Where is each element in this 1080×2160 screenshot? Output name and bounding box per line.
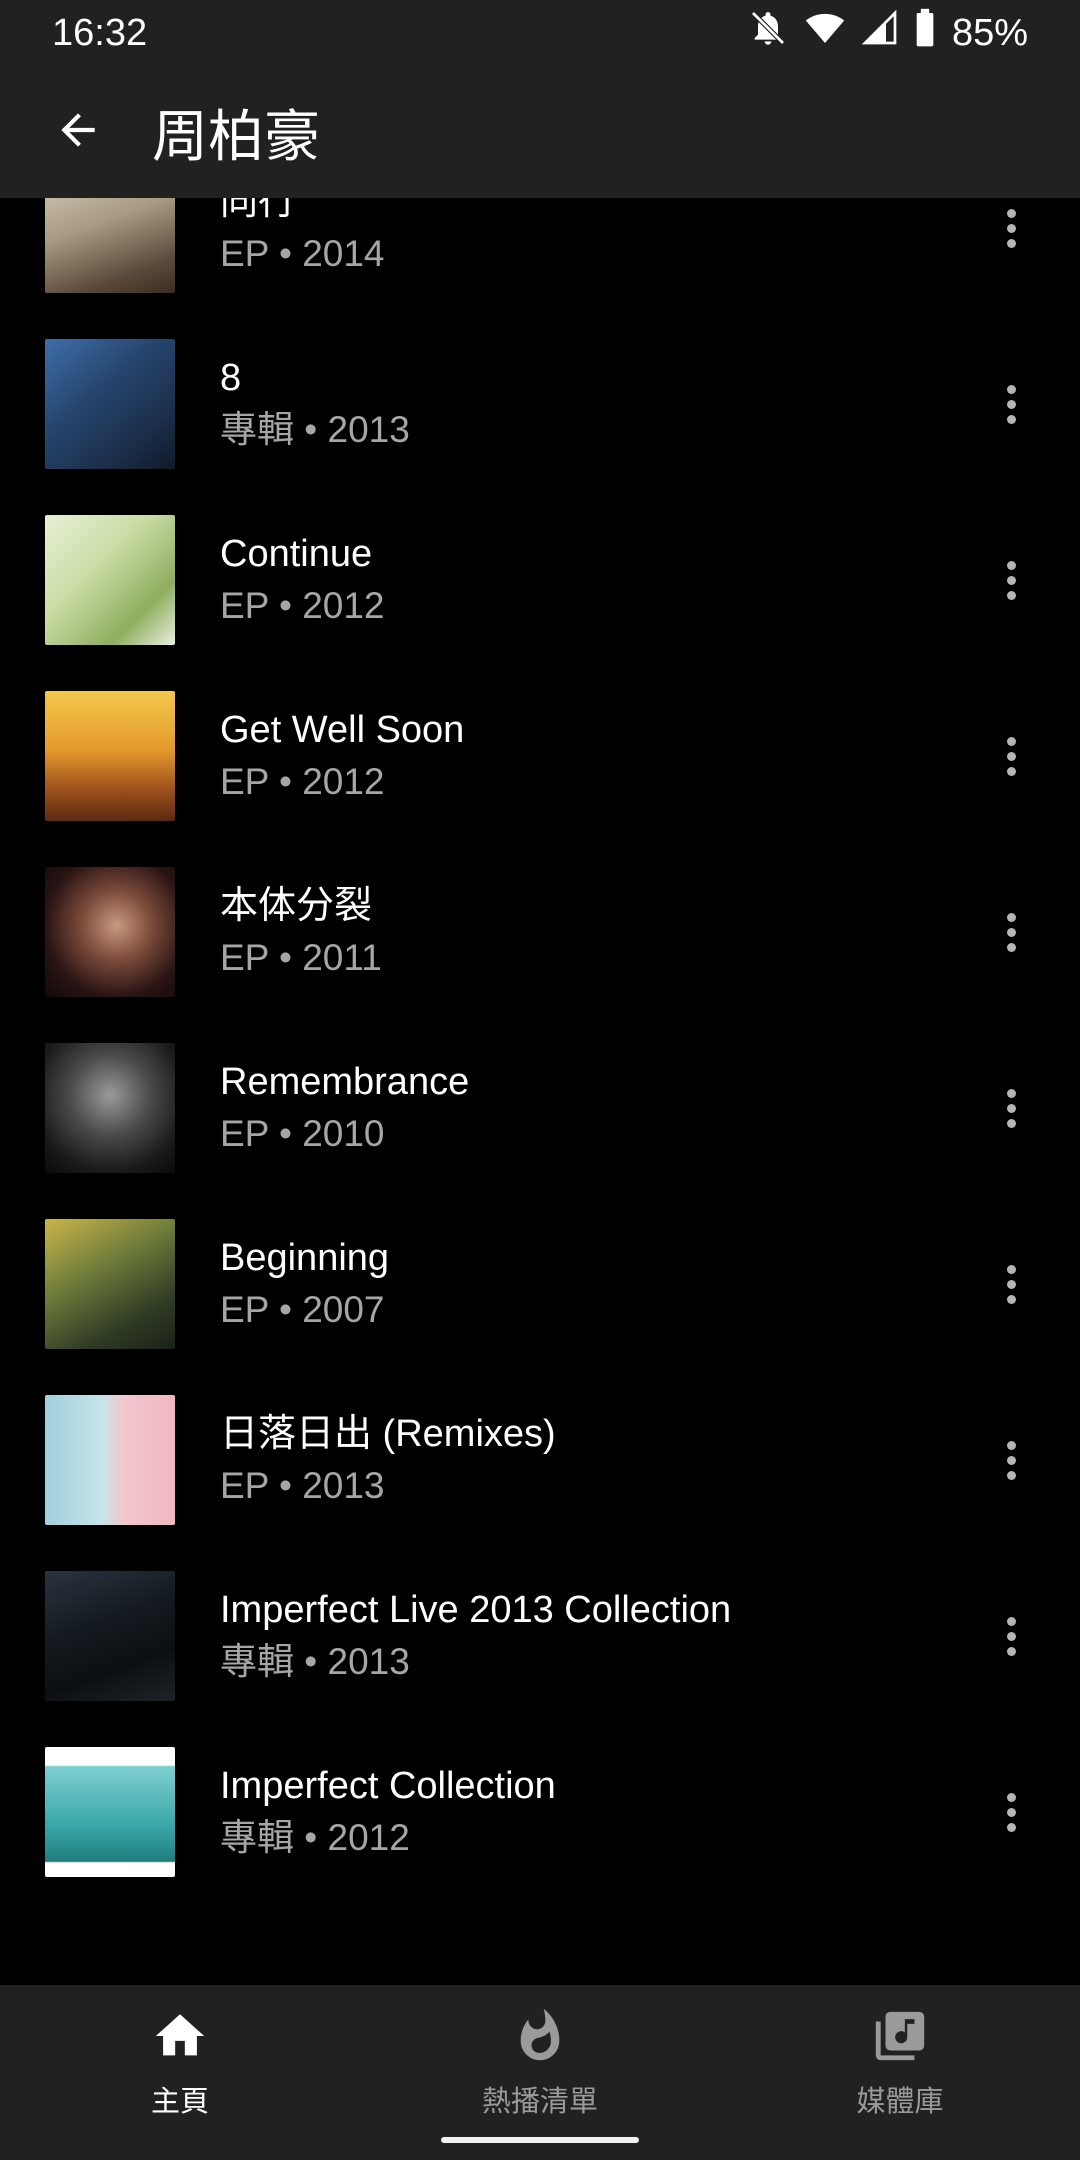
album-row[interactable]: Imperfect Collection 專輯 • 2012 — [0, 1724, 1080, 1900]
album-subtitle: EP • 2011 — [220, 937, 382, 978]
album-art — [45, 515, 175, 645]
nav-label: 主頁 — [150, 2086, 209, 2118]
album-subtitle: EP • 2013 — [220, 1465, 385, 1506]
nav-home[interactable]: 主頁 — [80, 2007, 280, 2120]
album-art — [45, 867, 175, 997]
album-title: 8 — [220, 357, 242, 399]
album-art — [45, 1219, 175, 1349]
nav-library[interactable]: 媒體庫 — [800, 2007, 1000, 2120]
album-row[interactable]: Continue EP • 2012 — [0, 492, 1080, 668]
album-title: 日落日出 (Remixes) — [220, 1413, 556, 1455]
page-title: 周柏豪 — [152, 104, 320, 168]
album-subtitle: EP • 2007 — [220, 1289, 385, 1330]
more-options-button[interactable] — [985, 198, 1037, 273]
album-art — [45, 691, 175, 821]
more-options-button[interactable] — [985, 1591, 1037, 1681]
album-subtitle: EP • 2014 — [220, 233, 385, 274]
home-icon — [151, 2007, 209, 2070]
more-options-button[interactable] — [985, 887, 1037, 977]
app-bar: 周柏豪 — [0, 66, 1080, 198]
album-title: Beginning — [220, 1237, 390, 1279]
album-title: Remembrance — [220, 1061, 470, 1103]
more-options-button[interactable] — [985, 1767, 1037, 1857]
nav-hotlist[interactable]: 熱播清單 — [440, 2007, 640, 2120]
nav-label: 媒體庫 — [856, 2086, 944, 2118]
album-subtitle: EP • 2010 — [220, 1113, 385, 1154]
album-art — [45, 1571, 175, 1701]
bottom-nav: 主頁 熱播清單 媒體庫 — [0, 1985, 1080, 2160]
status-icons: 85% — [748, 8, 1028, 58]
album-title: Continue — [220, 533, 373, 575]
album-art — [45, 1747, 175, 1877]
album-list-content: 同行 EP • 2014 8 專輯 • 2013 Continue EP • 2… — [0, 198, 1080, 1900]
album-art — [45, 198, 175, 293]
album-subtitle: 專輯 • 2013 — [220, 1641, 410, 1682]
album-row[interactable]: 日落日出 (Remixes) EP • 2013 — [0, 1372, 1080, 1548]
album-title: Get Well Soon — [220, 709, 465, 751]
status-bar: 16:32 85% — [0, 0, 1080, 66]
album-art — [45, 1043, 175, 1173]
album-subtitle: 專輯 • 2012 — [220, 1817, 410, 1858]
more-options-button[interactable] — [985, 711, 1037, 801]
home-indicator[interactable] — [441, 2137, 639, 2143]
album-title: Imperfect Live 2013 Collection — [220, 1589, 732, 1631]
more-options-button[interactable] — [985, 359, 1037, 449]
album-row[interactable]: Remembrance EP • 2010 — [0, 1020, 1080, 1196]
signal-icon — [861, 8, 898, 58]
album-row[interactable]: 同行 EP • 2014 — [0, 198, 1080, 316]
album-row[interactable]: Get Well Soon EP • 2012 — [0, 668, 1080, 844]
album-art — [45, 1395, 175, 1525]
album-title: Imperfect Collection — [220, 1765, 556, 1807]
fire-icon — [511, 2007, 569, 2070]
bell-off-icon — [748, 8, 788, 58]
album-title: 同行 — [220, 198, 297, 223]
status-time: 16:32 — [52, 11, 148, 54]
arrow-back-icon — [53, 105, 103, 160]
nav-label: 熱播清單 — [481, 2086, 598, 2118]
album-row[interactable]: Imperfect Live 2013 Collection 專輯 • 2013 — [0, 1548, 1080, 1724]
album-row[interactable]: Beginning EP • 2007 — [0, 1196, 1080, 1372]
album-subtitle: EP • 2012 — [220, 761, 385, 802]
album-art — [45, 339, 175, 469]
battery-percent: 85% — [951, 11, 1028, 54]
more-options-button[interactable] — [985, 1063, 1037, 1153]
wifi-icon — [804, 8, 846, 58]
album-list[interactable]: 同行 EP • 2014 8 專輯 • 2013 Continue EP • 2… — [0, 198, 1080, 1985]
battery-icon — [914, 8, 936, 58]
library-music-icon — [871, 2007, 929, 2070]
album-row[interactable]: 8 專輯 • 2013 — [0, 316, 1080, 492]
album-subtitle: 專輯 • 2013 — [220, 409, 410, 450]
more-options-button[interactable] — [985, 1239, 1037, 1329]
album-row[interactable]: 本体分裂 EP • 2011 — [0, 844, 1080, 1020]
more-options-button[interactable] — [985, 1415, 1037, 1505]
album-subtitle: EP • 2012 — [220, 585, 385, 626]
back-button[interactable] — [38, 92, 118, 172]
more-options-button[interactable] — [985, 535, 1037, 625]
album-title: 本体分裂 — [220, 885, 373, 927]
